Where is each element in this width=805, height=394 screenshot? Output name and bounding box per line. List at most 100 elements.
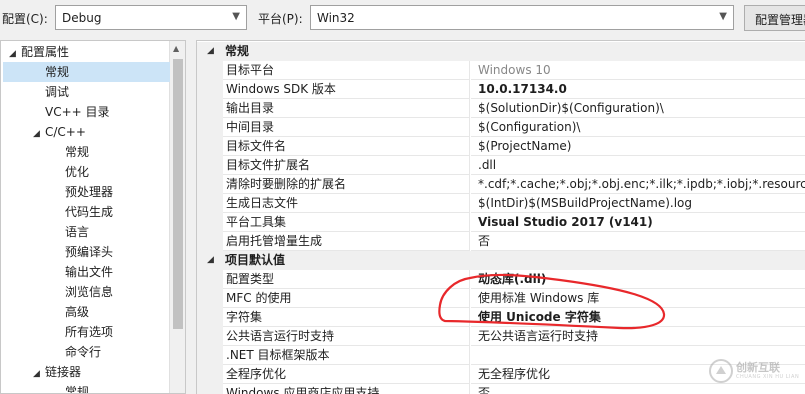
property-row[interactable]: 公共语言运行时支持 无公共语言运行时支持 xyxy=(197,327,805,346)
collapse-toggle-icon[interactable]: ◢ xyxy=(207,251,214,270)
property-name: MFC 的使用 xyxy=(223,289,470,308)
tree-item[interactable]: ◢ C/C++ xyxy=(33,122,86,142)
tree-item[interactable]: 所有选项 xyxy=(65,322,113,342)
property-grid: ◢ 常规目标平台 Windows 10 Windows SDK 版本 10.0.1713… xyxy=(196,40,805,394)
tree-item-label: 高级 xyxy=(65,305,90,319)
watermark-subtext: CHUANG XIN HU LIAN xyxy=(736,374,800,380)
property-name: 启用托管增量生成 xyxy=(223,232,470,251)
property-name: 目标文件名 xyxy=(223,137,470,156)
platform-label: 平台(P): xyxy=(258,12,303,26)
property-row[interactable]: 平台工具集 Visual Studio 2017 (v141) xyxy=(197,213,805,232)
row-gutter xyxy=(197,61,223,80)
row-gutter xyxy=(197,289,223,308)
property-tree: ▲ ◢ 配置属性 常规 调试 VC++ 目录 ◢ C/C++ 常规 优化 预处理器 代码生成 语言 预编… xyxy=(0,40,186,394)
property-value[interactable]: 动态库(.dll) xyxy=(471,270,805,289)
tree-item-label: 预编译头 xyxy=(65,245,114,259)
property-value[interactable]: $(SolutionDir)$(Configuration)\ xyxy=(471,99,805,118)
property-row[interactable]: 输出目录 $(SolutionDir)$(Configuration)\ xyxy=(197,99,805,118)
property-value[interactable]: 使用 Unicode 字符集 xyxy=(471,308,805,327)
category-title: 常规 xyxy=(225,44,250,58)
tree-item[interactable]: 语言 xyxy=(65,222,89,242)
tree-item-label: 输出文件 xyxy=(65,265,114,279)
tree-item-label: 常规 xyxy=(65,385,90,394)
property-value[interactable]: Windows 10 xyxy=(471,61,805,80)
tree-item-label: 链接器 xyxy=(45,365,82,379)
tree-item-label: 优化 xyxy=(65,165,90,179)
tree-item[interactable]: 调试 xyxy=(45,82,69,102)
property-name: 清除时要删除的扩展名 xyxy=(223,175,470,194)
tree-item-label: 浏览信息 xyxy=(65,285,114,299)
property-name: 目标平台 xyxy=(223,61,470,80)
tree-item[interactable]: 常规 xyxy=(65,142,89,162)
scrollbar-thumb[interactable] xyxy=(173,59,183,329)
property-value[interactable]: $(ProjectName) xyxy=(471,137,805,156)
property-row[interactable]: 目标平台 Windows 10 xyxy=(197,61,805,80)
property-value[interactable]: *.cdf;*.cache;*.obj;*.obj.enc;*.ilk;*.ip… xyxy=(471,175,805,194)
collapse-toggle-icon[interactable]: ◢ xyxy=(207,42,214,61)
tree-item[interactable]: ◢ 配置属性 xyxy=(9,42,69,62)
scroll-up-icon[interactable]: ▲ xyxy=(173,44,179,53)
tree-item[interactable]: 常规 xyxy=(65,382,90,394)
tree-item[interactable]: VC++ 目录 xyxy=(45,102,110,122)
expand-toggle-icon[interactable]: ◢ xyxy=(9,44,21,64)
config-label: 配置(C): xyxy=(2,12,48,26)
watermark-text: 创新互联 xyxy=(736,361,780,374)
property-name: 生成日志文件 xyxy=(223,194,470,213)
platform-dropdown[interactable]: Win32 ▼ xyxy=(310,5,734,30)
property-row[interactable]: 中间目录 $(Configuration)\ xyxy=(197,118,805,137)
property-value[interactable]: $(Configuration)\ xyxy=(471,118,805,137)
tree-item[interactable]: 优化 xyxy=(65,162,89,182)
property-row[interactable]: 清除时要删除的扩展名 *.cdf;*.cache;*.obj;*.obj.enc;… xyxy=(197,175,805,194)
expand-toggle-icon[interactable]: ◢ xyxy=(33,124,45,144)
property-name: .NET 目标框架版本 xyxy=(223,346,470,365)
category-header[interactable]: ◢ 项目默认值 xyxy=(197,251,805,270)
tree-item[interactable]: 命令行 xyxy=(65,342,101,362)
chevron-down-icon: ▼ xyxy=(719,11,727,22)
property-value[interactable]: .dll xyxy=(471,156,805,175)
property-value[interactable]: 无公共语言运行时支持 xyxy=(471,327,805,346)
property-row[interactable]: 生成日志文件 $(IntDir)$(MSBuildProjectName).log xyxy=(197,194,805,213)
property-row[interactable]: MFC 的使用 使用标准 Windows 库 xyxy=(197,289,805,308)
property-name: 配置类型 xyxy=(223,270,470,289)
property-name: 中间目录 xyxy=(223,118,470,137)
tree-scrollbar[interactable]: ▲ xyxy=(169,41,185,393)
tree-item[interactable]: 输出文件 xyxy=(65,262,113,282)
tree-item-label: 语言 xyxy=(65,225,90,239)
tree-item-label: 所有选项 xyxy=(65,325,114,339)
tree-item[interactable]: 预处理器 xyxy=(65,182,113,202)
property-row[interactable]: 字符集 使用 Unicode 字符集 xyxy=(197,308,805,327)
config-toolbar: 配置(C): Debug ▼ 平台(P): Win32 ▼ 配置管理器 xyxy=(0,0,805,36)
property-row[interactable]: 启用托管增量生成否 xyxy=(197,232,805,251)
row-gutter xyxy=(197,118,223,137)
property-value[interactable]: 否 xyxy=(471,232,805,251)
config-dropdown[interactable]: Debug ▼ xyxy=(55,5,247,30)
property-value[interactable]: 使用标准 Windows 库 xyxy=(471,289,805,308)
expand-toggle-icon[interactable]: ◢ xyxy=(33,364,45,384)
tree-item[interactable]: 浏览信息 xyxy=(65,282,113,302)
property-row[interactable]: 目标文件扩展名 .dll xyxy=(197,156,805,175)
watermark-logo: 创新互联 CHUANG XIN HU LIAN xyxy=(706,352,805,388)
tree-item[interactable]: 预编译头 xyxy=(65,242,113,262)
property-value[interactable]: Visual Studio 2017 (v141) xyxy=(471,213,805,232)
property-value[interactable]: 10.0.17134.0 xyxy=(471,80,805,99)
tree-item[interactable]: 高级 xyxy=(65,302,89,322)
tree-item[interactable]: 代码生成 xyxy=(65,202,113,222)
tree-item[interactable]: ◢ 链接器 xyxy=(33,362,81,382)
category-header[interactable]: ◢ 常规 xyxy=(197,42,805,61)
tree-item-label: 预处理器 xyxy=(65,185,114,199)
row-gutter xyxy=(197,327,223,346)
property-row[interactable]: 目标文件名 $(ProjectName) xyxy=(197,137,805,156)
property-name: 平台工具集 xyxy=(223,213,470,232)
tree-item-label: C/C++ xyxy=(45,125,86,139)
tree-item[interactable]: 常规 xyxy=(3,62,170,82)
row-gutter xyxy=(197,384,223,394)
property-value[interactable]: $(IntDir)$(MSBuildProjectName).log xyxy=(471,194,805,213)
property-name: 公共语言运行时支持 xyxy=(223,327,470,346)
tree-item-label: VC++ 目录 xyxy=(45,105,110,119)
row-gutter xyxy=(197,156,223,175)
property-row[interactable]: Windows SDK 版本 10.0.17134.0 xyxy=(197,80,805,99)
property-name: 目标文件扩展名 xyxy=(223,156,470,175)
tree-item-label: 调试 xyxy=(45,85,70,99)
property-row[interactable]: 配置类型 动态库(.dll) xyxy=(197,270,805,289)
config-manager-button[interactable]: 配置管理器 xyxy=(744,5,805,31)
